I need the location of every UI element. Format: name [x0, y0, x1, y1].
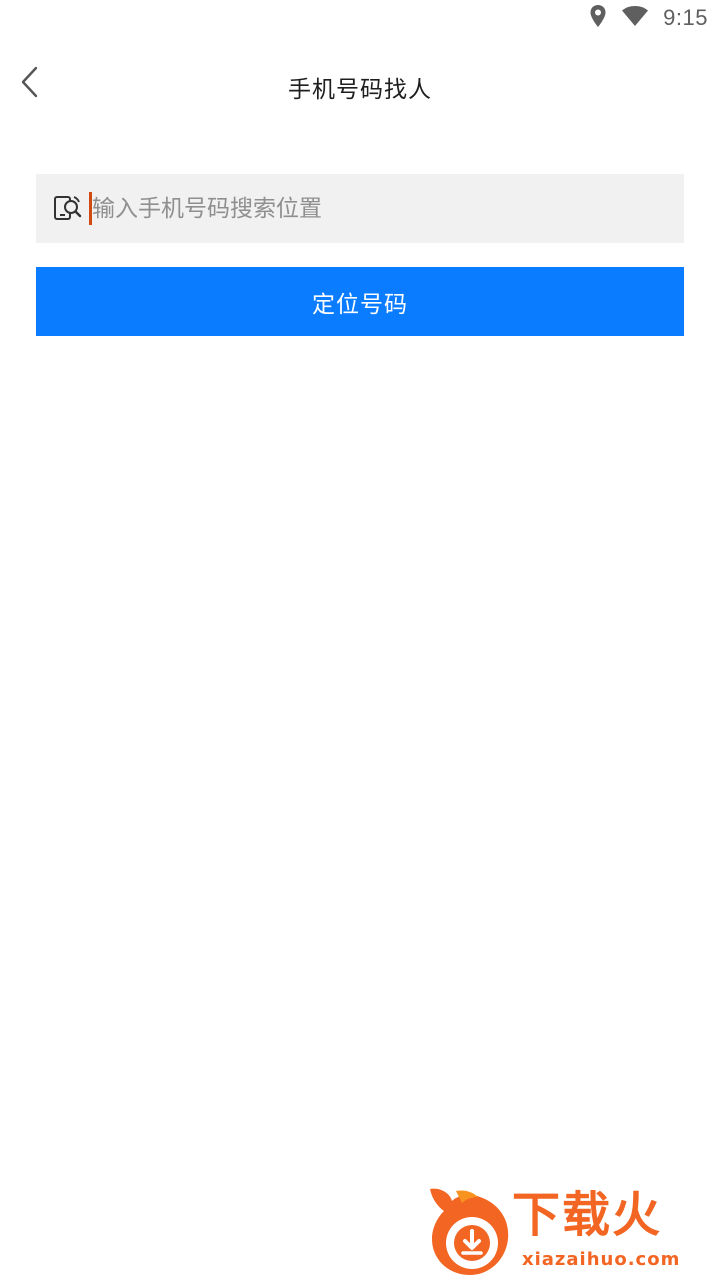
watermark-url: xiazaihuo.com [522, 1249, 681, 1270]
page-title: 手机号码找人 [288, 77, 432, 103]
status-icons: 9:15 [589, 5, 708, 31]
status-bar: 9:15 [0, 0, 720, 36]
locate-number-button[interactable]: 定位号码 [36, 267, 684, 336]
location-icon [589, 4, 607, 32]
phone-search-field[interactable] [36, 174, 684, 243]
wifi-icon [621, 5, 649, 31]
header-bar: 手机号码找人 [0, 50, 720, 120]
status-time: 9:15 [663, 5, 708, 30]
watermark-logo: 下载火 xiazaihuo.com [426, 1185, 716, 1277]
flame-download-icon [426, 1185, 516, 1277]
watermark-title: 下载火 [512, 1187, 663, 1243]
phone-search-icon [52, 193, 82, 223]
phone-number-input[interactable] [92, 174, 662, 243]
